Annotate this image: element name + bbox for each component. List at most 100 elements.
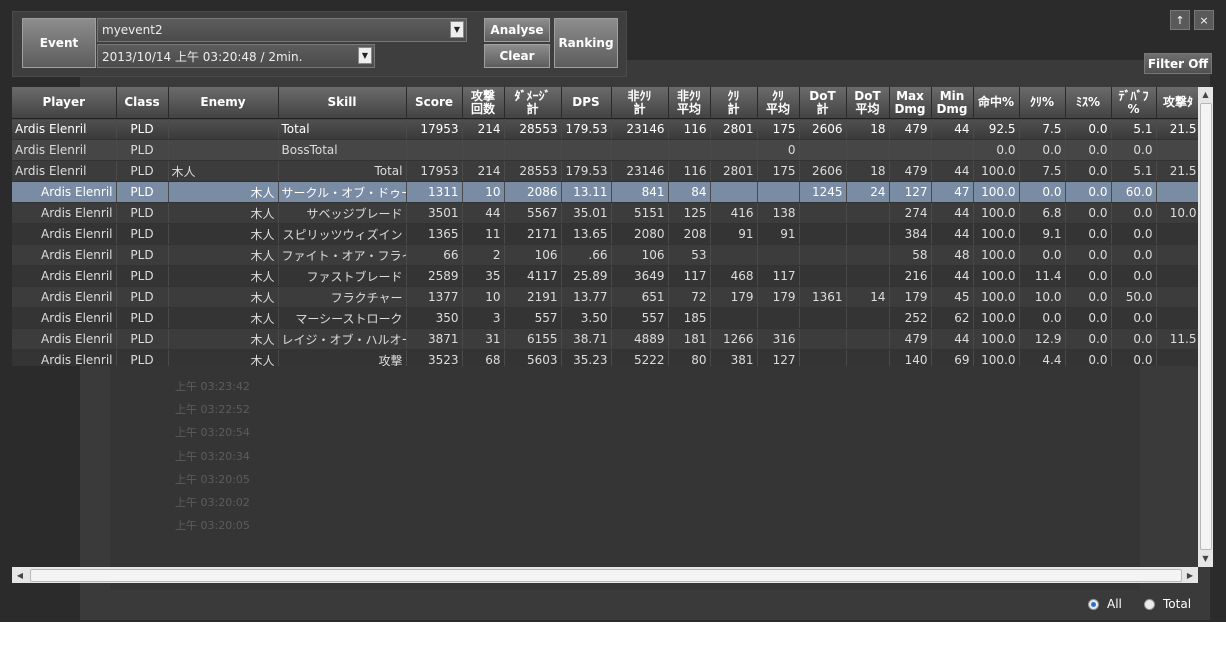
scroll-down-icon[interactable]: ▼ bbox=[1198, 551, 1213, 565]
table-cell: 179 bbox=[889, 286, 932, 308]
vertical-scrollbar[interactable]: ▲ ▼ bbox=[1198, 87, 1213, 567]
background-log-line: 上午 03:20:05 bbox=[175, 519, 250, 533]
column-header[interactable]: Max Dmg bbox=[889, 87, 932, 119]
table-cell: 3 bbox=[462, 307, 505, 329]
chevron-down-icon[interactable]: ▼ bbox=[358, 47, 372, 64]
table-cell: ファイト・オア・フライト bbox=[278, 244, 407, 266]
table-row[interactable]: Ardis Elenril PLD 木人 サベッジブレード 3501 44 5567 35.0… bbox=[12, 202, 1198, 224]
table-cell: 127 bbox=[889, 181, 932, 203]
table-cell: PLD bbox=[116, 118, 169, 140]
table-cell: 91 bbox=[757, 223, 800, 245]
vertical-scroll-thumb[interactable] bbox=[1200, 103, 1212, 550]
column-header[interactable]: ｸﾘ% bbox=[1019, 87, 1066, 119]
table-row[interactable]: Ardis Elenril PLD 木人 攻撃 3523 68 5603 35.23 5222 8… bbox=[12, 349, 1198, 366]
table-cell bbox=[846, 307, 890, 329]
table-cell: 60.0 bbox=[1111, 181, 1157, 203]
ranking-button[interactable]: Ranking bbox=[554, 18, 618, 68]
radio-all-dot[interactable] bbox=[1088, 598, 1099, 610]
table-cell: 木人 bbox=[168, 307, 279, 329]
filter-off-button[interactable]: Filter Off bbox=[1144, 53, 1212, 74]
scroll-left-icon[interactable]: ◀ bbox=[12, 567, 28, 583]
table-cell: ファストブレード bbox=[278, 265, 407, 287]
table-cell bbox=[889, 139, 932, 161]
table-cell: 0.0 bbox=[1065, 160, 1112, 182]
radio-all-label: All bbox=[1107, 597, 1122, 611]
table-cell: 2171 bbox=[504, 223, 562, 245]
table-cell: 2606 bbox=[799, 160, 847, 182]
table-cell: PLD bbox=[116, 328, 169, 350]
table-row[interactable]: Ardis Elenril PLD 木人 Total 17953 214 28553 179.… bbox=[12, 160, 1198, 182]
radio-all[interactable]: All bbox=[1088, 597, 1122, 611]
table-cell: 木人 bbox=[168, 244, 279, 266]
table-row[interactable]: Ardis ElenrilPLD木人レイジ・オブ・ハルオーネ3871316155… bbox=[12, 328, 1198, 350]
column-header[interactable]: DPS bbox=[561, 87, 612, 119]
chevron-down-icon[interactable]: ▼ bbox=[450, 21, 464, 38]
table-cell: PLD bbox=[116, 244, 169, 266]
table-cell: 3501 bbox=[406, 202, 463, 224]
column-header[interactable]: 非ｸﾘ 平均 bbox=[668, 87, 711, 119]
table-cell: 17953 bbox=[406, 160, 463, 182]
table-cell: 1377 bbox=[406, 286, 463, 308]
table-cell: 44 bbox=[931, 265, 974, 287]
event-time-select[interactable]: 2013/10/14 上午 03:20:48 / 2min. ▼ bbox=[97, 44, 375, 68]
table-cell: 47 bbox=[931, 181, 974, 203]
pin-button[interactable]: ↑ bbox=[1170, 10, 1190, 30]
column-header[interactable]: ﾀﾞﾒｰｼﾞ 計 bbox=[504, 87, 562, 119]
column-header[interactable]: 非ｸﾘ 計 bbox=[611, 87, 669, 119]
column-header[interactable]: ﾐｽ% bbox=[1065, 87, 1112, 119]
table-cell: 175 bbox=[757, 118, 800, 140]
table-cell: 274 bbox=[889, 202, 932, 224]
table-cell: 3649 bbox=[611, 265, 669, 287]
column-header[interactable]: DoT 計 bbox=[799, 87, 847, 119]
event-toolbar: Event myevent2 ▼ 2013/10/14 上午 03:20:48 … bbox=[12, 11, 627, 77]
table-row[interactable]: Ardis Elenril PLD 木人 ファストブレード 2589 35 4117 25.8… bbox=[12, 265, 1198, 287]
column-header[interactable]: ｸﾘ 計 bbox=[710, 87, 758, 119]
column-header[interactable]: Class bbox=[116, 87, 169, 119]
table-row[interactable]: Ardis Elenril PLD 木人 フラクチャー 1377 10 2191 13.77 6… bbox=[12, 286, 1198, 308]
table-cell: 24 bbox=[846, 181, 890, 203]
table-cell: 13.11 bbox=[561, 181, 612, 203]
table-row[interactable]: Ardis ElenrilPLD木人ファイト・オア・フライト662106.661… bbox=[12, 244, 1198, 266]
scroll-up-icon[interactable]: ▲ bbox=[1198, 87, 1213, 101]
table-row[interactable]: Ardis Elenril PLD 木人 マーシーストローク 350 3 557 3.50 55… bbox=[12, 307, 1198, 329]
table-cell: 0.0 bbox=[1065, 139, 1112, 161]
analyse-button[interactable]: Analyse bbox=[484, 18, 550, 42]
horizontal-scrollbar[interactable]: ◀ ▶ bbox=[12, 567, 1198, 583]
radio-total[interactable]: Total bbox=[1144, 597, 1191, 611]
event-select[interactable]: myevent2 ▼ bbox=[97, 18, 467, 42]
table-row[interactable]: Ardis Elenril PLD 木人 スピリッツウィズイン 1365 11 2171 13… bbox=[12, 223, 1198, 245]
table-cell: PLD bbox=[116, 307, 169, 329]
clear-button[interactable]: Clear bbox=[484, 44, 550, 68]
column-header[interactable]: 命中% bbox=[973, 87, 1020, 119]
table-cell: 100.0 bbox=[973, 286, 1020, 308]
column-header[interactable]: 攻撃ﾀ bbox=[1156, 87, 1198, 119]
column-header[interactable]: ﾃﾞﾊﾞﾌ % bbox=[1111, 87, 1157, 119]
table-row[interactable]: Ardis ElenrilPLD木人サークル・オブ・ドゥーム1311102086… bbox=[12, 181, 1198, 203]
table-cell: 5.1 bbox=[1111, 160, 1157, 182]
radio-total-dot[interactable] bbox=[1144, 598, 1155, 610]
column-header[interactable]: Player bbox=[12, 87, 117, 119]
close-button[interactable]: × bbox=[1194, 10, 1214, 30]
table-cell: 179 bbox=[757, 286, 800, 308]
column-header[interactable]: Enemy bbox=[168, 87, 279, 119]
table-row[interactable]: Ardis Elenril PLD Total 17953 214 28553 179.53… bbox=[12, 118, 1198, 140]
table-cell bbox=[1156, 139, 1198, 161]
horizontal-scroll-thumb[interactable] bbox=[30, 569, 1182, 582]
table-cell bbox=[1156, 349, 1198, 366]
table-cell bbox=[846, 223, 890, 245]
column-header[interactable]: DoT 平均 bbox=[846, 87, 890, 119]
table-cell bbox=[1156, 286, 1198, 308]
column-header[interactable]: ｸﾘ 平均 bbox=[757, 87, 800, 119]
table-cell: 13.77 bbox=[561, 286, 612, 308]
column-header[interactable]: Min Dmg bbox=[931, 87, 974, 119]
scroll-right-icon[interactable]: ▶ bbox=[1182, 567, 1198, 583]
table-cell: 0.0 bbox=[1065, 328, 1112, 350]
column-header[interactable]: Score bbox=[406, 87, 463, 119]
table-cell: 44 bbox=[931, 160, 974, 182]
table-cell: 11.5 bbox=[1156, 328, 1198, 350]
column-header[interactable]: 攻撃 回数 bbox=[462, 87, 505, 119]
column-header[interactable]: Skill bbox=[278, 87, 407, 119]
event-button[interactable]: Event bbox=[22, 18, 96, 68]
table-row[interactable]: Ardis Elenril PLD BossTotal 0 0.0 0.0 0.0 0.0 bbox=[12, 139, 1198, 161]
table-cell bbox=[1156, 244, 1198, 266]
